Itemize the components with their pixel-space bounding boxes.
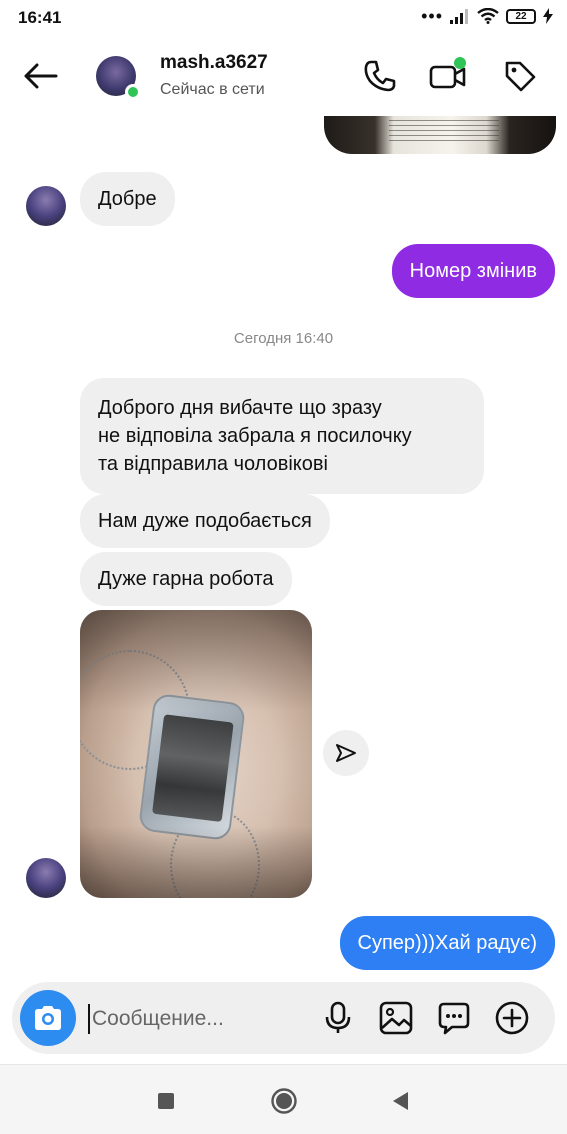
message-line: не відповіла забрала я посилочку — [98, 425, 412, 447]
microphone-icon — [325, 1001, 351, 1033]
contact-username[interactable]: mash.a3627 — [160, 52, 268, 74]
battery-icon: 22 — [506, 8, 536, 24]
more-options-button[interactable] — [494, 1000, 530, 1036]
message-outgoing[interactable]: Номер змінив — [391, 244, 555, 298]
message-timestamp: Сегодня 16:40 — [233, 330, 334, 347]
camera-button[interactable] — [20, 990, 76, 1046]
plus-circle-icon — [495, 1001, 529, 1035]
home-circle-icon — [271, 1088, 297, 1114]
shared-photo[interactable] — [80, 610, 312, 898]
contact-avatar[interactable] — [96, 56, 141, 100]
square-icon — [158, 1093, 174, 1109]
message-incoming[interactable]: Дуже гарна робота — [80, 552, 292, 606]
message-outgoing[interactable]: Супер)))Хай радує) — [339, 916, 555, 970]
message-line: та відправила чоловікові — [98, 453, 328, 475]
back-button[interactable] — [20, 58, 60, 94]
status-icons: ••• 22 — [421, 6, 553, 26]
gallery-button[interactable] — [378, 1000, 414, 1036]
arrow-left-icon — [24, 63, 58, 89]
tag-icon — [505, 61, 536, 92]
sender-avatar[interactable] — [26, 186, 66, 226]
message-line: Доброго дня вибачте що зразу — [98, 397, 382, 419]
wifi-icon — [477, 8, 499, 24]
message-input[interactable] — [88, 1004, 298, 1034]
photo-shading — [80, 610, 312, 898]
home-button[interactable] — [270, 1087, 298, 1115]
message-thread[interactable]: Добре Номер змінив Сегодня 16:40 Доброго… — [0, 116, 567, 980]
status-time: 16:41 — [18, 8, 62, 27]
message-incoming[interactable]: Нам дуже подобається — [80, 494, 330, 548]
more-dots-icon: ••• — [421, 6, 443, 26]
system-nav-bar — [0, 1064, 567, 1134]
receipt-image-detail — [389, 116, 499, 144]
voice-message-button[interactable] — [320, 1000, 356, 1036]
online-indicator — [125, 84, 141, 100]
video-call-button[interactable] — [428, 56, 468, 96]
video-active-dot — [454, 57, 466, 69]
status-bar: 16:41 ••• 22 — [0, 0, 567, 36]
charging-icon — [543, 8, 553, 24]
phone-icon — [364, 60, 396, 92]
shared-photo-partial[interactable] — [324, 116, 556, 154]
message-incoming[interactable]: Добре — [80, 172, 175, 226]
send-icon — [336, 744, 356, 762]
share-photo-button[interactable] — [323, 730, 369, 776]
chat-bubble-icon — [438, 1002, 470, 1035]
call-button[interactable] — [360, 56, 400, 96]
image-icon — [379, 1001, 413, 1035]
recent-apps-button[interactable] — [152, 1087, 180, 1115]
message-incoming[interactable]: Доброго дня вибачте що зразу не відповіл… — [80, 378, 484, 494]
camera-icon — [35, 1006, 61, 1030]
contact-presence: Сейчас в сети — [160, 81, 265, 98]
system-back-button[interactable] — [386, 1087, 414, 1115]
tag-button[interactable] — [500, 56, 540, 96]
sender-avatar[interactable] — [26, 858, 66, 898]
triangle-back-icon — [393, 1092, 408, 1110]
chat-header: mash.a3627 Сейчас в сети — [0, 36, 567, 116]
sticker-button[interactable] — [436, 1000, 472, 1036]
message-composer — [12, 982, 555, 1054]
signal-icon — [450, 9, 468, 24]
